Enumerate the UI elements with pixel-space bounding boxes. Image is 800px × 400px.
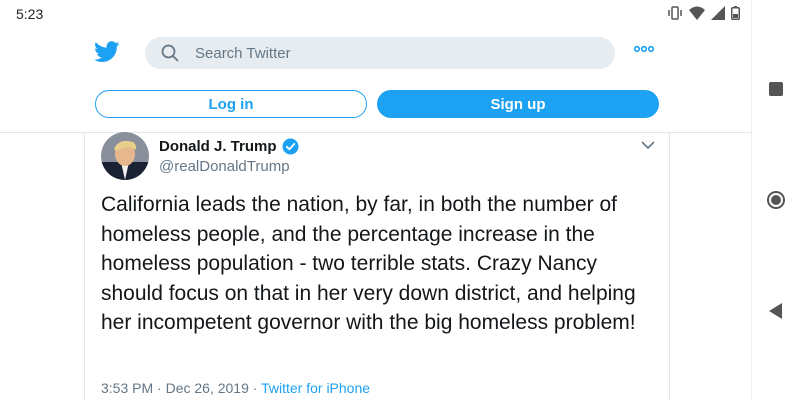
more-icon[interactable]	[634, 45, 654, 53]
login-button[interactable]: Log in	[95, 90, 367, 118]
meta-separator: ·	[157, 380, 162, 396]
android-nav-bar	[751, 0, 800, 400]
status-bar: 5:23	[0, 0, 752, 28]
tweet-text: California leads the nation, by far, in …	[101, 193, 636, 334]
search-input[interactable]	[193, 43, 597, 63]
author-handle[interactable]: @realDonaldTrump	[159, 158, 290, 175]
battery-icon	[731, 6, 740, 20]
author-name[interactable]: Donald J. Trump	[159, 138, 277, 155]
tweet-time[interactable]: 3:53 PM	[101, 380, 153, 396]
tweet-date[interactable]: Dec 26, 2019	[166, 380, 249, 396]
circle-nav-icon	[767, 191, 785, 209]
tweet-card: Donald J. Trump @realDonaldTrump Califor…	[84, 132, 670, 400]
author-row: Donald J. Trump	[159, 138, 299, 155]
chevron-down-icon[interactable]	[641, 140, 655, 150]
avatar[interactable]	[101, 132, 149, 180]
twitter-header: Log in Sign up	[0, 28, 752, 133]
status-icons	[667, 6, 740, 20]
square-nav-icon	[769, 82, 783, 96]
twitter-bird-icon[interactable]	[94, 41, 120, 63]
meta-separator: ·	[252, 380, 258, 396]
vibrate-icon	[668, 6, 682, 20]
home-button[interactable]	[752, 190, 800, 210]
search-bar[interactable]	[145, 37, 615, 69]
tweet-source-link[interactable]: Twitter for iPhone	[261, 380, 370, 396]
avatar-image	[101, 132, 149, 180]
status-time: 5:23	[16, 6, 44, 22]
signal-icon	[711, 6, 725, 20]
search-icon	[161, 44, 179, 62]
back-button[interactable]	[752, 302, 800, 320]
signup-button[interactable]: Sign up	[377, 90, 659, 118]
tweet-meta: 3:53 PM · Dec 26, 2019 · Twitter for iPh…	[101, 380, 370, 396]
verified-icon	[282, 138, 299, 155]
wifi-icon	[689, 6, 705, 20]
recents-button[interactable]	[752, 81, 800, 97]
back-nav-icon	[769, 303, 782, 319]
